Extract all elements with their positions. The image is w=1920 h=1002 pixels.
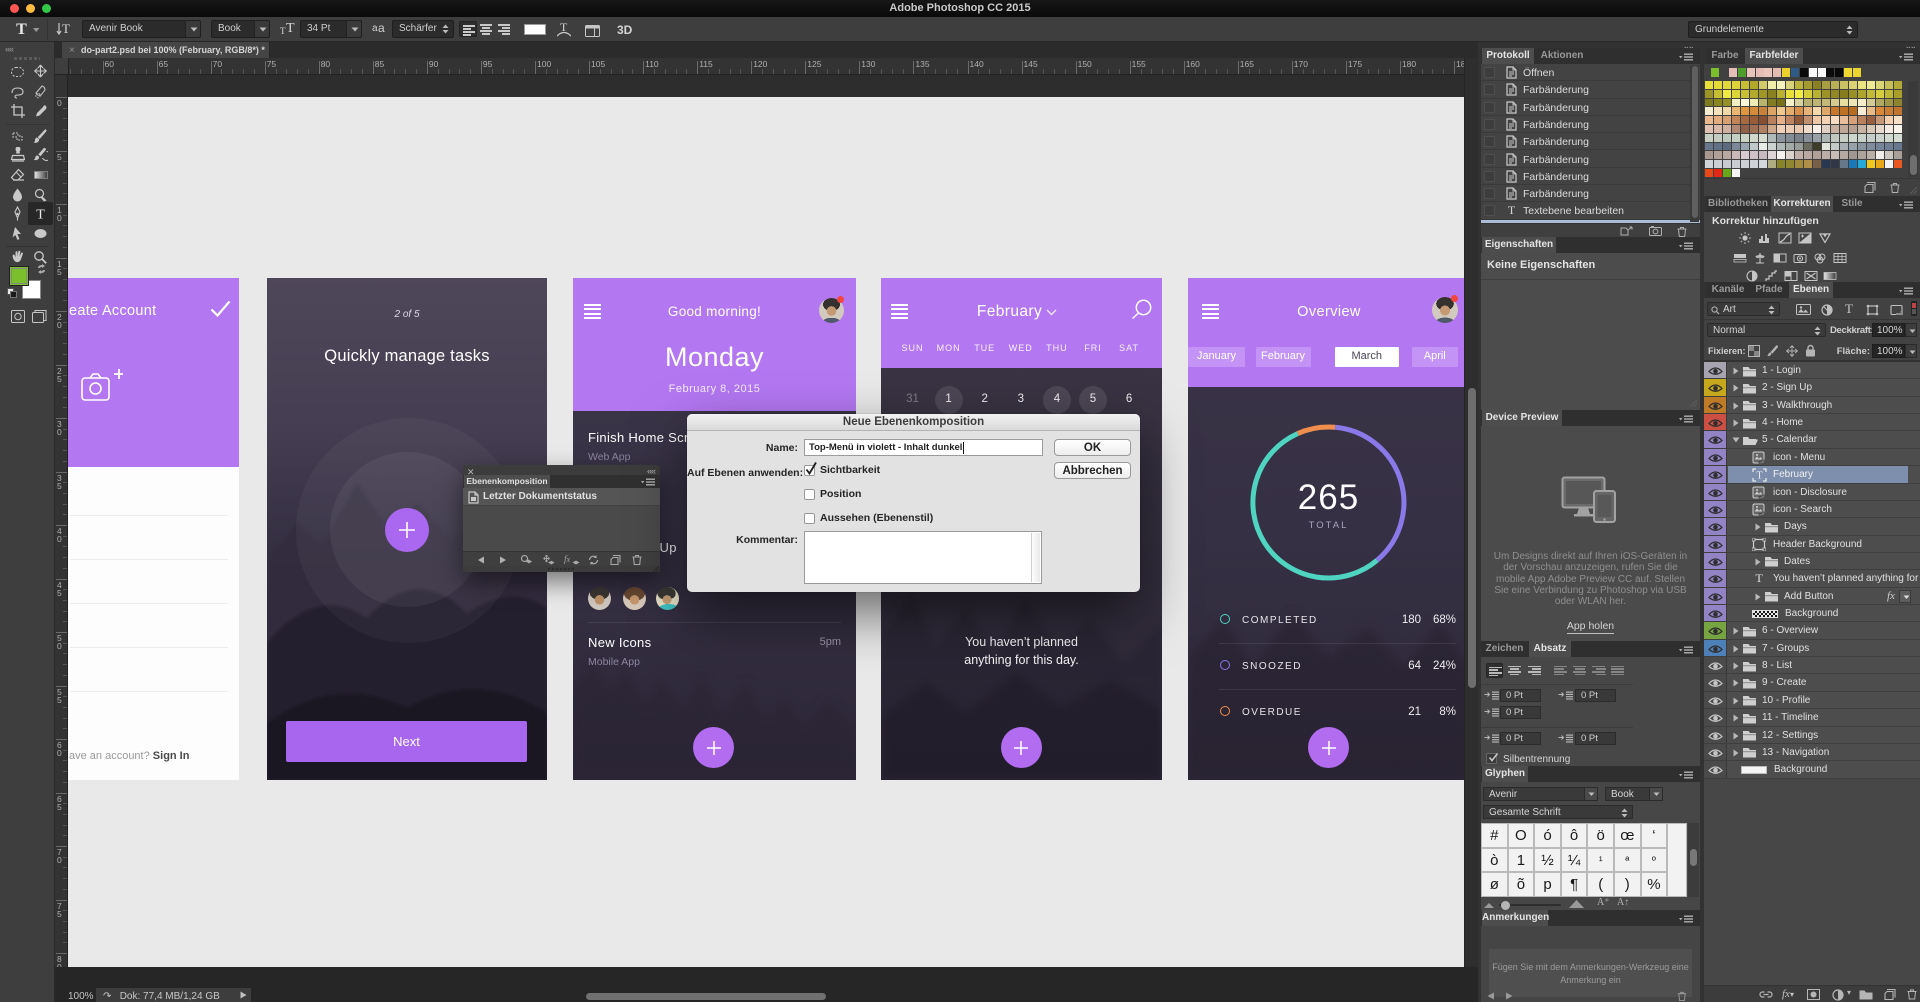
svg-text:T: T [1756, 471, 1762, 482]
svg-text:T: T [36, 208, 45, 222]
